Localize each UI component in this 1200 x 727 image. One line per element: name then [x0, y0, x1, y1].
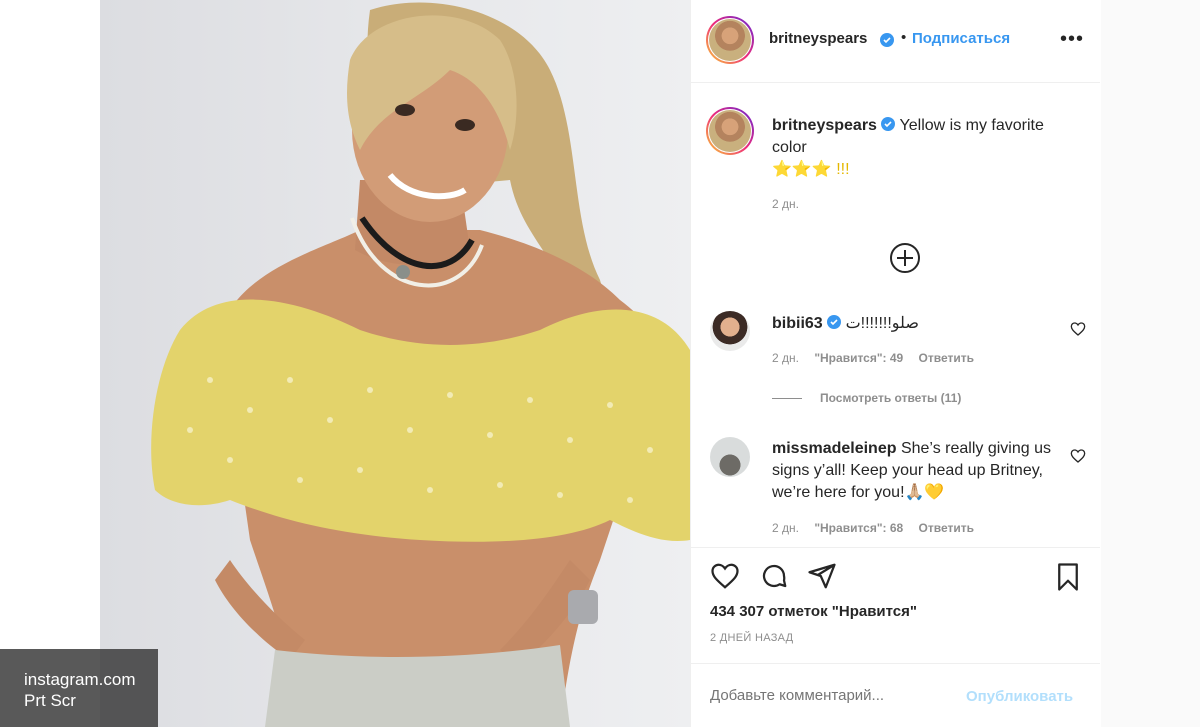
verified-badge-icon: [880, 33, 894, 47]
more-options-icon[interactable]: •••: [1060, 28, 1084, 51]
comment-2-username[interactable]: missmadeleinep: [772, 440, 897, 457]
add-comment-input[interactable]: [710, 687, 970, 704]
comment-1-likes[interactable]: "Нравится": 49: [814, 351, 903, 365]
post-photo[interactable]: [100, 0, 690, 727]
header-separator-dot: •: [901, 29, 907, 46]
save-bookmark-icon[interactable]: [1053, 561, 1083, 593]
comment-1-like-icon[interactable]: [1070, 321, 1086, 337]
comment-1-username[interactable]: bibii63: [772, 315, 823, 332]
comment-2: missmadeleinep She’s really giving us si…: [772, 438, 1072, 504]
share-send-icon[interactable]: [806, 561, 838, 591]
left-background: [0, 0, 100, 727]
author-avatar[interactable]: [706, 16, 754, 64]
comment-1-text: صلو!!!!!!!ت: [845, 315, 919, 332]
watermark-line-1: instagram.com: [24, 670, 136, 689]
commenter-avatar[interactable]: [710, 437, 750, 477]
like-heart-icon[interactable]: [709, 561, 741, 591]
actions-divider: [690, 547, 1100, 548]
comment-2-reply-button[interactable]: Ответить: [919, 521, 974, 535]
load-more-comments-icon[interactable]: [889, 242, 921, 274]
comment-2-like-icon[interactable]: [1070, 448, 1086, 464]
caption-username[interactable]: britneyspears: [772, 117, 877, 134]
likes-count[interactable]: 434 307 отметок "Нравится": [710, 603, 917, 620]
watermark-line-2: Prt Scr: [24, 691, 76, 710]
header-divider: [690, 82, 1100, 83]
comment-1-meta: 2 дн. "Нравится": 49 Ответить: [772, 351, 974, 365]
caption-avatar[interactable]: [706, 107, 754, 155]
view-replies-label: Посмотреть ответы (11): [820, 391, 962, 405]
comment-1-verified-icon: [827, 315, 842, 329]
publish-button[interactable]: Опубликовать: [966, 688, 1073, 705]
view-replies-button[interactable]: Посмотреть ответы (11): [772, 391, 961, 405]
caption-time: 2 дн.: [772, 197, 799, 211]
watermark: instagram.com Prt Scr: [0, 649, 158, 727]
comment-bubble-icon[interactable]: [758, 561, 790, 591]
comment-1: bibii63 صلو!!!!!!!ت: [772, 313, 1072, 335]
author-username[interactable]: britneyspears: [769, 30, 867, 47]
post-date[interactable]: 2 ДНЕЙ НАЗАД: [710, 632, 793, 644]
commenter-avatar[interactable]: [710, 311, 750, 351]
comment-1-time: 2 дн.: [772, 351, 799, 365]
caption-verified-icon: [881, 117, 896, 131]
follow-button[interactable]: Подписаться: [912, 30, 1010, 47]
caption-emoji: ⭐⭐⭐ !!!: [772, 161, 850, 178]
view-replies-line: [772, 398, 802, 400]
comment-1-reply-button[interactable]: Ответить: [919, 351, 974, 365]
photo-illustration: [151, 2, 690, 727]
comment-2-likes[interactable]: "Нравится": 68: [814, 521, 903, 535]
comment-2-meta: 2 дн. "Нравится": 68 Ответить: [772, 521, 974, 535]
caption: britneyspears Yellow is my favorite colo…: [772, 115, 1082, 181]
comment-box-divider: [690, 663, 1100, 664]
comment-2-time: 2 дн.: [772, 521, 799, 535]
right-background: [1101, 0, 1200, 727]
